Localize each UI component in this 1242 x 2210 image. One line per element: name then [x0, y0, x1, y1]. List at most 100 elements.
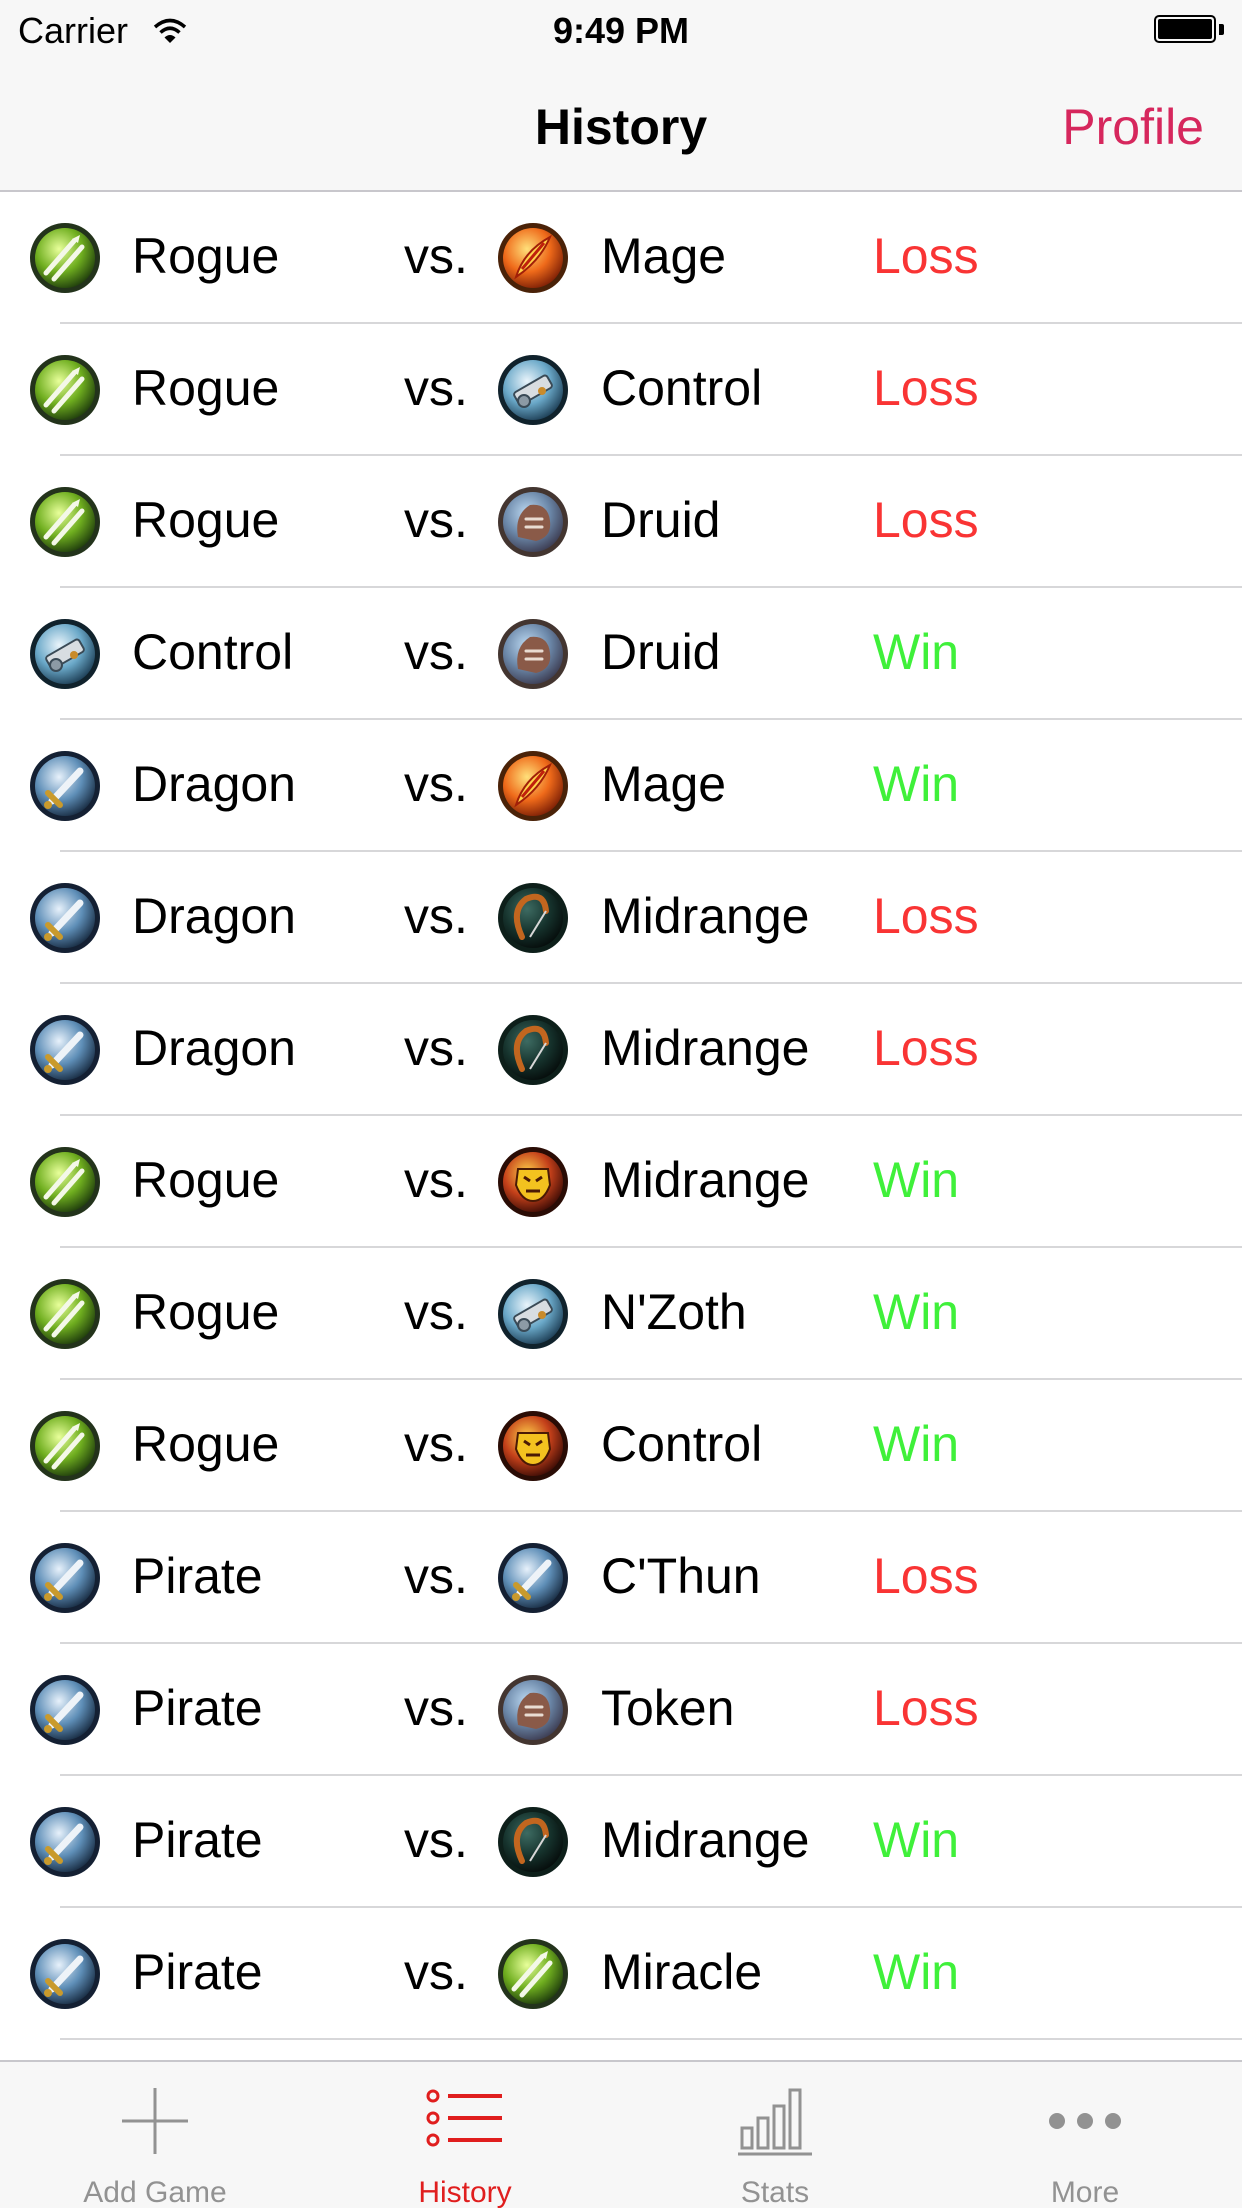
- tab-label: History: [418, 2176, 512, 2209]
- mage-icon: [496, 749, 570, 823]
- result-label: Win: [873, 1416, 960, 1472]
- history-list: Rogue vs. Mage Loss Rogue vs. Control Loss Rogue…: [0, 192, 1242, 2040]
- player-deck-label: Rogue: [132, 228, 280, 284]
- tab-label: Add Game: [83, 2176, 227, 2209]
- versus-label: vs.: [404, 1548, 468, 1604]
- result-label: Win: [873, 1944, 960, 2000]
- tab-history[interactable]: History: [310, 2062, 620, 2210]
- opponent-deck-label: Midrange: [601, 888, 810, 944]
- cannon-icon: [496, 353, 570, 427]
- versus-label: vs.: [404, 756, 468, 812]
- result-label: Loss: [873, 228, 979, 284]
- druid-icon: [496, 485, 570, 559]
- opponent-deck-label: Midrange: [601, 1152, 810, 1208]
- history-row[interactable]: Dragon vs. Midrange Loss: [0, 984, 1242, 1116]
- history-row[interactable]: Pirate vs. Midrange Win: [0, 1776, 1242, 1908]
- mage-icon: [496, 221, 570, 295]
- result-label: Loss: [873, 888, 979, 944]
- rogue-icon: [28, 1277, 102, 1351]
- sword-icon: [28, 1541, 102, 1615]
- opponent-deck-label: Midrange: [601, 1020, 810, 1076]
- status-bar: Carrier 9:49 PM: [0, 0, 1242, 60]
- bar-chart-icon: [736, 2086, 814, 2161]
- sword-icon: [28, 1805, 102, 1879]
- opponent-deck-label: N'Zoth: [601, 1284, 747, 1340]
- tab-label: Stats: [740, 2176, 810, 2209]
- result-label: Win: [873, 1152, 960, 1208]
- tab-bar: Add Game History Stats More: [0, 2060, 1242, 2210]
- row-divider: [60, 2038, 1242, 2040]
- player-deck-label: Control: [132, 624, 294, 680]
- versus-label: vs.: [404, 492, 468, 548]
- rogue-icon: [496, 1937, 570, 2011]
- rogue-icon: [28, 1409, 102, 1483]
- opponent-deck-label: Mage: [601, 756, 727, 812]
- history-row[interactable]: Rogue vs. Midrange Win: [0, 1116, 1242, 1248]
- sword-icon: [28, 881, 102, 955]
- opponent-deck-label: Control: [601, 1416, 763, 1472]
- warlock-icon: [496, 1145, 570, 1219]
- clock: 9:49 PM: [552, 10, 690, 51]
- result-label: Win: [873, 1812, 960, 1868]
- history-row[interactable]: Pirate vs. Token Loss: [0, 1644, 1242, 1776]
- more-icon: [1045, 2086, 1125, 2161]
- player-deck-label: Dragon: [132, 1020, 296, 1076]
- page-title: History: [534, 99, 708, 155]
- druid-icon: [496, 617, 570, 691]
- history-row[interactable]: Rogue vs. N'Zoth Win: [0, 1248, 1242, 1380]
- bow-icon: [496, 1805, 570, 1879]
- history-row[interactable]: Pirate vs. C'Thun Loss: [0, 1512, 1242, 1644]
- rogue-icon: [28, 221, 102, 295]
- result-label: Win: [873, 624, 960, 680]
- result-label: Loss: [873, 1020, 979, 1076]
- player-deck-label: Rogue: [132, 1284, 280, 1340]
- versus-label: vs.: [404, 1020, 468, 1076]
- history-row[interactable]: Rogue vs. Druid Loss: [0, 456, 1242, 588]
- rogue-icon: [28, 485, 102, 559]
- rogue-icon: [28, 1145, 102, 1219]
- sword-icon: [28, 1013, 102, 1087]
- opponent-deck-label: Control: [601, 360, 763, 416]
- tab-add-game[interactable]: Add Game: [0, 2062, 310, 2210]
- player-deck-label: Rogue: [132, 1152, 280, 1208]
- cannon-icon: [496, 1277, 570, 1351]
- player-deck-label: Pirate: [132, 1944, 263, 2000]
- versus-label: vs.: [404, 1416, 468, 1472]
- versus-label: vs.: [404, 888, 468, 944]
- opponent-deck-label: Mage: [601, 228, 727, 284]
- tab-label: More: [1050, 2176, 1120, 2209]
- history-row[interactable]: Rogue vs. Control Loss: [0, 324, 1242, 456]
- history-row[interactable]: Dragon vs. Midrange Loss: [0, 852, 1242, 984]
- sword-icon: [28, 1673, 102, 1747]
- history-row[interactable]: Pirate vs. Miracle Win: [0, 1908, 1242, 2040]
- result-label: Loss: [873, 492, 979, 548]
- druid-icon: [496, 1673, 570, 1747]
- profile-button[interactable]: Profile: [1062, 98, 1204, 156]
- warlock-icon: [496, 1409, 570, 1483]
- tab-more[interactable]: More: [930, 2062, 1240, 2210]
- battery-icon: [1154, 15, 1224, 45]
- result-label: Win: [873, 1284, 960, 1340]
- opponent-deck-label: C'Thun: [601, 1548, 761, 1604]
- history-row[interactable]: Rogue vs. Mage Loss: [0, 192, 1242, 324]
- plus-icon: [120, 2086, 190, 2161]
- history-row[interactable]: Dragon vs. Mage Win: [0, 720, 1242, 852]
- history-row[interactable]: Rogue vs. Control Win: [0, 1380, 1242, 1512]
- list-icon: [426, 2086, 504, 2155]
- player-deck-label: Dragon: [132, 888, 296, 944]
- result-label: Loss: [873, 1548, 979, 1604]
- sword-icon: [496, 1541, 570, 1615]
- history-row[interactable]: Control vs. Druid Win: [0, 588, 1242, 720]
- cannon-icon: [28, 617, 102, 691]
- versus-label: vs.: [404, 1944, 468, 2000]
- opponent-deck-label: Miracle: [601, 1944, 763, 2000]
- opponent-deck-label: Token: [601, 1680, 735, 1736]
- sword-icon: [28, 749, 102, 823]
- result-label: Loss: [873, 360, 979, 416]
- versus-label: vs.: [404, 228, 468, 284]
- rogue-icon: [28, 353, 102, 427]
- player-deck-label: Pirate: [132, 1680, 263, 1736]
- player-deck-label: Rogue: [132, 492, 280, 548]
- navigation-bar: History Profile: [0, 60, 1242, 192]
- tab-stats[interactable]: Stats: [620, 2062, 930, 2210]
